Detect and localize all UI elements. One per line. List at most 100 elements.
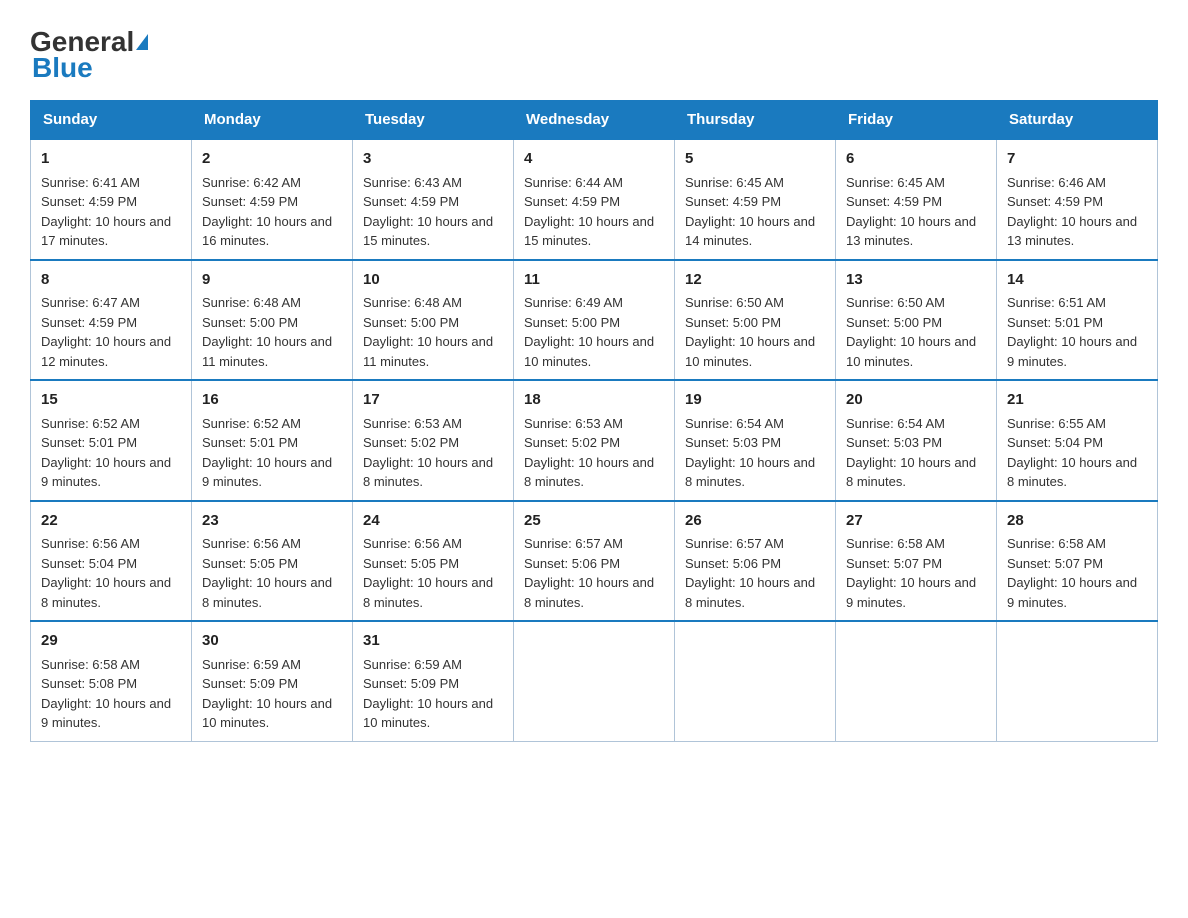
daylight-label: Daylight: 10 hours and 11 minutes. bbox=[363, 334, 493, 369]
sunset-label: Sunset: 5:07 PM bbox=[846, 556, 942, 571]
sunrise-label: Sunrise: 6:53 AM bbox=[524, 416, 623, 431]
calendar-cell: 4 Sunrise: 6:44 AM Sunset: 4:59 PM Dayli… bbox=[514, 139, 675, 260]
sunrise-label: Sunrise: 6:59 AM bbox=[202, 657, 301, 672]
sunset-label: Sunset: 5:05 PM bbox=[202, 556, 298, 571]
sunrise-label: Sunrise: 6:45 AM bbox=[846, 175, 945, 190]
sunrise-label: Sunrise: 6:48 AM bbox=[363, 295, 462, 310]
daylight-label: Daylight: 10 hours and 8 minutes. bbox=[524, 455, 654, 490]
daylight-label: Daylight: 10 hours and 10 minutes. bbox=[524, 334, 654, 369]
daylight-label: Daylight: 10 hours and 10 minutes. bbox=[202, 696, 332, 731]
sunrise-label: Sunrise: 6:58 AM bbox=[846, 536, 945, 551]
daylight-label: Daylight: 10 hours and 17 minutes. bbox=[41, 214, 171, 249]
sunset-label: Sunset: 4:59 PM bbox=[685, 194, 781, 209]
sunrise-label: Sunrise: 6:44 AM bbox=[524, 175, 623, 190]
sunrise-label: Sunrise: 6:57 AM bbox=[524, 536, 623, 551]
sunrise-label: Sunrise: 6:42 AM bbox=[202, 175, 301, 190]
calendar-cell: 25 Sunrise: 6:57 AM Sunset: 5:06 PM Dayl… bbox=[514, 501, 675, 622]
logo: General Blue bbox=[30, 20, 148, 84]
calendar-cell: 26 Sunrise: 6:57 AM Sunset: 5:06 PM Dayl… bbox=[675, 501, 836, 622]
sunrise-label: Sunrise: 6:54 AM bbox=[846, 416, 945, 431]
sunset-label: Sunset: 5:06 PM bbox=[524, 556, 620, 571]
sunset-label: Sunset: 5:07 PM bbox=[1007, 556, 1103, 571]
calendar-cell bbox=[997, 621, 1158, 741]
day-number: 24 bbox=[363, 510, 503, 533]
sunrise-label: Sunrise: 6:58 AM bbox=[1007, 536, 1106, 551]
day-number: 21 bbox=[1007, 389, 1147, 412]
day-number: 4 bbox=[524, 148, 664, 171]
calendar-week-row: 29 Sunrise: 6:58 AM Sunset: 5:08 PM Dayl… bbox=[31, 621, 1158, 741]
sunset-label: Sunset: 4:59 PM bbox=[524, 194, 620, 209]
calendar-cell: 11 Sunrise: 6:49 AM Sunset: 5:00 PM Dayl… bbox=[514, 260, 675, 381]
day-number: 30 bbox=[202, 630, 342, 653]
daylight-label: Daylight: 10 hours and 8 minutes. bbox=[685, 455, 815, 490]
day-number: 3 bbox=[363, 148, 503, 171]
daylight-label: Daylight: 10 hours and 13 minutes. bbox=[846, 214, 976, 249]
sunrise-label: Sunrise: 6:59 AM bbox=[363, 657, 462, 672]
sunrise-label: Sunrise: 6:45 AM bbox=[685, 175, 784, 190]
calendar-cell: 13 Sunrise: 6:50 AM Sunset: 5:00 PM Dayl… bbox=[836, 260, 997, 381]
day-number: 25 bbox=[524, 510, 664, 533]
calendar-cell: 3 Sunrise: 6:43 AM Sunset: 4:59 PM Dayli… bbox=[353, 139, 514, 260]
day-number: 22 bbox=[41, 510, 181, 533]
calendar-cell: 23 Sunrise: 6:56 AM Sunset: 5:05 PM Dayl… bbox=[192, 501, 353, 622]
calendar-cell: 7 Sunrise: 6:46 AM Sunset: 4:59 PM Dayli… bbox=[997, 139, 1158, 260]
sunset-label: Sunset: 5:02 PM bbox=[524, 435, 620, 450]
day-number: 17 bbox=[363, 389, 503, 412]
sunrise-label: Sunrise: 6:57 AM bbox=[685, 536, 784, 551]
daylight-label: Daylight: 10 hours and 9 minutes. bbox=[1007, 575, 1137, 610]
sunrise-label: Sunrise: 6:55 AM bbox=[1007, 416, 1106, 431]
sunset-label: Sunset: 5:00 PM bbox=[363, 315, 459, 330]
sunrise-label: Sunrise: 6:52 AM bbox=[202, 416, 301, 431]
sunset-label: Sunset: 5:02 PM bbox=[363, 435, 459, 450]
daylight-label: Daylight: 10 hours and 9 minutes. bbox=[41, 455, 171, 490]
page-header: General Blue bbox=[30, 20, 1158, 84]
calendar-cell bbox=[514, 621, 675, 741]
sunset-label: Sunset: 5:01 PM bbox=[41, 435, 137, 450]
sunset-label: Sunset: 5:01 PM bbox=[1007, 315, 1103, 330]
day-number: 23 bbox=[202, 510, 342, 533]
sunset-label: Sunset: 5:04 PM bbox=[1007, 435, 1103, 450]
day-number: 7 bbox=[1007, 148, 1147, 171]
sunset-label: Sunset: 5:09 PM bbox=[363, 676, 459, 691]
sunrise-label: Sunrise: 6:50 AM bbox=[685, 295, 784, 310]
sunrise-label: Sunrise: 6:51 AM bbox=[1007, 295, 1106, 310]
daylight-label: Daylight: 10 hours and 8 minutes. bbox=[524, 575, 654, 610]
day-number: 29 bbox=[41, 630, 181, 653]
day-number: 27 bbox=[846, 510, 986, 533]
calendar-cell: 12 Sunrise: 6:50 AM Sunset: 5:00 PM Dayl… bbox=[675, 260, 836, 381]
calendar-cell: 5 Sunrise: 6:45 AM Sunset: 4:59 PM Dayli… bbox=[675, 139, 836, 260]
calendar-cell: 16 Sunrise: 6:52 AM Sunset: 5:01 PM Dayl… bbox=[192, 380, 353, 501]
col-header-wednesday: Wednesday bbox=[514, 101, 675, 140]
day-number: 19 bbox=[685, 389, 825, 412]
sunrise-label: Sunrise: 6:48 AM bbox=[202, 295, 301, 310]
sunrise-label: Sunrise: 6:52 AM bbox=[41, 416, 140, 431]
col-header-monday: Monday bbox=[192, 101, 353, 140]
day-number: 15 bbox=[41, 389, 181, 412]
sunset-label: Sunset: 5:09 PM bbox=[202, 676, 298, 691]
daylight-label: Daylight: 10 hours and 13 minutes. bbox=[1007, 214, 1137, 249]
sunrise-label: Sunrise: 6:58 AM bbox=[41, 657, 140, 672]
daylight-label: Daylight: 10 hours and 9 minutes. bbox=[1007, 334, 1137, 369]
day-number: 10 bbox=[363, 269, 503, 292]
sunset-label: Sunset: 4:59 PM bbox=[846, 194, 942, 209]
col-header-saturday: Saturday bbox=[997, 101, 1158, 140]
day-number: 11 bbox=[524, 269, 664, 292]
day-number: 18 bbox=[524, 389, 664, 412]
daylight-label: Daylight: 10 hours and 9 minutes. bbox=[41, 696, 171, 731]
calendar-week-row: 22 Sunrise: 6:56 AM Sunset: 5:04 PM Dayl… bbox=[31, 501, 1158, 622]
calendar-table: SundayMondayTuesdayWednesdayThursdayFrid… bbox=[30, 100, 1158, 742]
day-number: 12 bbox=[685, 269, 825, 292]
daylight-label: Daylight: 10 hours and 11 minutes. bbox=[202, 334, 332, 369]
daylight-label: Daylight: 10 hours and 14 minutes. bbox=[685, 214, 815, 249]
sunset-label: Sunset: 5:00 PM bbox=[202, 315, 298, 330]
calendar-week-row: 15 Sunrise: 6:52 AM Sunset: 5:01 PM Dayl… bbox=[31, 380, 1158, 501]
calendar-cell: 21 Sunrise: 6:55 AM Sunset: 5:04 PM Dayl… bbox=[997, 380, 1158, 501]
calendar-cell: 19 Sunrise: 6:54 AM Sunset: 5:03 PM Dayl… bbox=[675, 380, 836, 501]
day-number: 13 bbox=[846, 269, 986, 292]
sunset-label: Sunset: 5:04 PM bbox=[41, 556, 137, 571]
calendar-cell: 22 Sunrise: 6:56 AM Sunset: 5:04 PM Dayl… bbox=[31, 501, 192, 622]
sunset-label: Sunset: 5:00 PM bbox=[846, 315, 942, 330]
day-number: 28 bbox=[1007, 510, 1147, 533]
sunrise-label: Sunrise: 6:41 AM bbox=[41, 175, 140, 190]
calendar-cell: 8 Sunrise: 6:47 AM Sunset: 4:59 PM Dayli… bbox=[31, 260, 192, 381]
